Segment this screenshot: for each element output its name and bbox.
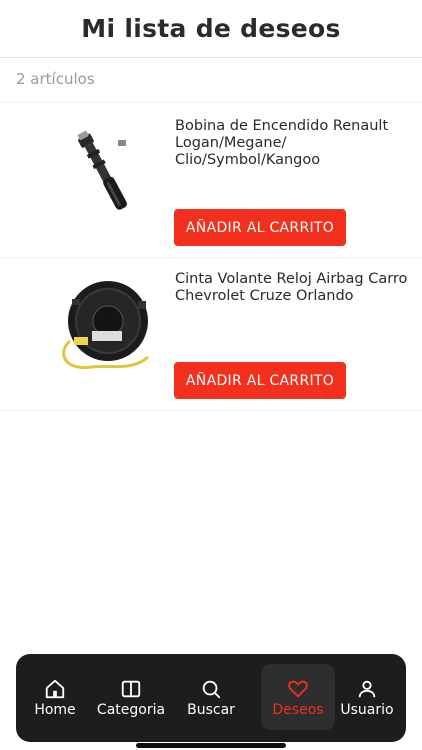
product-image-clock-spring[interactable] xyxy=(52,271,160,379)
divider xyxy=(0,102,422,103)
tab-home[interactable]: Home xyxy=(18,664,92,730)
tab-label: Categoria xyxy=(96,702,166,718)
tab-label: Deseos xyxy=(272,702,324,718)
bottom-tab-bar: Home Categoria Buscar Deseos Usuario xyxy=(16,654,406,742)
home-icon xyxy=(45,679,65,699)
product-title[interactable]: Cinta Volante Reloj Airbag Carro Chevrol… xyxy=(175,271,410,305)
wishlist-item: Cinta Volante Reloj Airbag Carro Chevrol… xyxy=(0,259,422,411)
header: Mi lista de deseos xyxy=(0,0,422,58)
tab-buscar[interactable]: Buscar xyxy=(174,664,248,730)
tab-deseos[interactable]: Deseos xyxy=(261,664,335,730)
add-to-cart-button[interactable]: AÑADIR AL CARRITO xyxy=(174,209,346,246)
search-icon xyxy=(202,680,221,699)
item-count: 2 artículos xyxy=(16,70,95,88)
tab-label: Buscar xyxy=(187,702,235,718)
user-icon xyxy=(358,680,376,698)
page-title: Mi lista de deseos xyxy=(81,14,341,43)
tab-categoria[interactable]: Categoria xyxy=(94,664,168,730)
heart-icon xyxy=(288,680,308,698)
tab-usuario[interactable]: Usuario xyxy=(330,664,404,730)
wishlist-item: Bobina de Encendido Renault Logan/Megane… xyxy=(0,106,422,258)
add-to-cart-button[interactable]: AÑADIR AL CARRITO xyxy=(174,362,346,399)
home-indicator xyxy=(136,743,286,748)
tab-label: Home xyxy=(34,702,76,718)
categories-icon xyxy=(121,680,141,698)
product-title[interactable]: Bobina de Encendido Renault Logan/Megane… xyxy=(175,118,410,169)
product-image-ignition-coil[interactable] xyxy=(52,118,160,226)
tab-label: Usuario xyxy=(340,702,394,718)
